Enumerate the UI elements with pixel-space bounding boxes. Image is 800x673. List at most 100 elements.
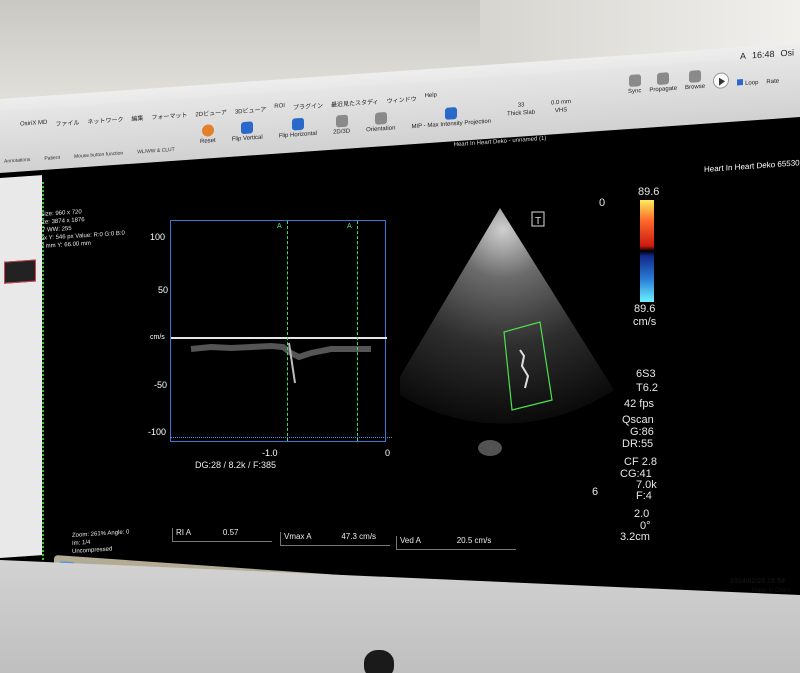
dynamic-range-label: DR:55	[622, 438, 654, 450]
thick-slab-control[interactable]: 33 Thick Slab	[507, 102, 535, 124]
head-orientation-icon	[374, 111, 387, 125]
color-scale-unit: cm/s	[633, 316, 657, 328]
menu-file[interactable]: ファイル	[55, 117, 79, 128]
apple-logo-icon	[364, 650, 394, 673]
series-thumbnail[interactable]	[4, 259, 36, 284]
sector-fan	[392, 208, 614, 424]
vhs-button[interactable]: 0.0 mm VHS	[551, 99, 571, 120]
fps-label: 42 fps	[624, 398, 654, 410]
cursor-label-a1: A	[277, 223, 282, 230]
mode-label: Qscan	[622, 414, 654, 426]
echo-sector-image: T	[392, 200, 620, 480]
y-tick-minus100: -100	[148, 427, 167, 437]
reset-icon	[201, 124, 214, 137]
mode-select-field	[445, 107, 458, 120]
color-scale-bottom: 89.6	[634, 303, 656, 315]
cursor-label-a2: A	[347, 223, 352, 230]
menu-app[interactable]: OsiriX MD	[20, 120, 47, 131]
flip-horizontal-label: Flip Horizontal	[278, 130, 318, 140]
doppler-spectrum: A A	[170, 220, 387, 442]
vmax-unit: cm/s	[359, 532, 377, 541]
menu-recent-studies[interactable]: 最近見たスタディ	[331, 97, 379, 109]
sync-controls: Sync Propagate Browse Loop Rate	[628, 65, 779, 95]
y-tick-100: 100	[150, 232, 166, 242]
sync-button[interactable]: Sync	[628, 74, 641, 95]
color-velocity-scale	[640, 200, 654, 302]
orientation-label: Orientation	[366, 125, 396, 134]
echo-sector-svg: T	[392, 208, 614, 456]
mode-select[interactable]: MIP - Max Intensity Projection	[411, 105, 492, 131]
lower-echo	[478, 440, 502, 456]
x-tick-minus1: -1.0	[262, 448, 278, 458]
marker-text: T	[535, 216, 541, 227]
mouse-function-label: Mouse button function	[74, 150, 124, 160]
menu-network[interactable]: ネットワーク	[87, 114, 123, 126]
flip-vertical-button[interactable]: Flip Vertical	[232, 121, 263, 143]
sample-depth-label: 3.2cm	[620, 531, 650, 543]
vmax-label: Vmax A	[284, 532, 312, 541]
sync-label: Sync	[628, 88, 642, 96]
filter-label: F:4	[636, 490, 652, 502]
ved-measurement: Ved A 20.5 cm/s	[396, 536, 516, 550]
mode-value: MIP - Max Intensity Projection	[411, 118, 492, 131]
gain-label: G:86	[630, 426, 654, 438]
vhs-label: VHS	[554, 107, 568, 115]
vmax-value: 47.3	[341, 532, 357, 541]
play-button[interactable]	[713, 72, 730, 90]
menu-roi[interactable]: ROI	[274, 103, 285, 113]
menu-window[interactable]: ウィンドウ	[387, 94, 417, 105]
thick-slab-value: 33	[517, 102, 525, 109]
x-tick-0: 0	[385, 448, 391, 458]
orientation-control[interactable]: Orientation	[366, 111, 395, 133]
vmax-measurement: Vmax A 47.3 cm/s	[280, 532, 390, 546]
ri-value: 0.57	[222, 528, 239, 537]
loop-check-icon	[737, 79, 744, 86]
wlww-clut-label: WL/WW & CLUT	[137, 146, 175, 156]
depth-top-label: 0	[599, 197, 606, 209]
flip-horizontal-button[interactable]: Flip Horizontal	[279, 117, 317, 140]
measurement-panel: RI A 0.57 Vmax A 47.3 cm/s Ved A 20.5 cm…	[172, 524, 592, 564]
browse-icon	[689, 69, 702, 83]
doppler-time-axis	[170, 437, 392, 447]
menu-edit[interactable]: 編集	[131, 113, 143, 123]
y-tick-minus50: -50	[154, 380, 168, 390]
cursor-line-a1[interactable]	[287, 221, 288, 441]
flip-vertical-label: Flip Vertical	[231, 134, 263, 143]
ved-label: Ved A	[400, 536, 421, 545]
loop-checkbox[interactable]: Loop	[737, 78, 758, 87]
color-freq-label: CF 2.8	[624, 456, 658, 468]
propagate-icon	[657, 72, 670, 86]
preset-label: T6.2	[636, 382, 659, 394]
menu-3d-viewer[interactable]: 3Dビューア	[235, 104, 266, 115]
2d-3d-button[interactable]: 2D/3D	[333, 114, 350, 136]
zoom-info-overlay: Zoom: 261% Angle: 0 Im: 1/4 Uncompressed	[72, 528, 129, 556]
rate-slider[interactable]: Rate	[766, 79, 779, 86]
date-overlay: 2024/02/20 15:58	[730, 578, 785, 585]
propagate-label: Propagate	[649, 85, 678, 94]
flip-horizontal-icon	[291, 117, 304, 131]
toolbar-section-labels: Annotations Patient Mouse button functio…	[4, 147, 175, 165]
menu-help[interactable]: Help	[425, 92, 437, 102]
depth-bottom-label: 6	[592, 486, 599, 498]
sync-icon	[628, 74, 641, 88]
cursor-line-a2[interactable]	[357, 221, 358, 441]
y-axis-unit: cm/s	[150, 334, 165, 341]
menu-2d-viewer[interactable]: 2Dビューア	[195, 107, 226, 118]
annotations-label: Annotations	[4, 156, 31, 165]
menu-format[interactable]: フォーマット	[151, 110, 187, 122]
browse-button[interactable]: Browse	[685, 69, 706, 92]
propagate-button[interactable]: Propagate	[649, 72, 677, 94]
y-tick-50: 50	[158, 285, 169, 295]
patient-label: Patient	[44, 154, 60, 162]
menu-plugins[interactable]: プラグイン	[293, 100, 323, 111]
ved-unit: cm/s	[474, 536, 492, 545]
gear-icon	[335, 114, 348, 128]
reset-button[interactable]: Reset	[200, 124, 216, 145]
doppler-settings-text: DG:28 / 8.2k / F:385	[195, 460, 277, 470]
ri-measurement: RI A 0.57	[172, 528, 272, 542]
color-scale-top: 89.6	[638, 186, 660, 198]
probe-label: 6S3	[636, 368, 656, 380]
distance-value: 0.0 mm	[551, 99, 572, 107]
thick-slab-label: Thick Slab	[507, 109, 536, 118]
browse-label: Browse	[685, 83, 706, 92]
